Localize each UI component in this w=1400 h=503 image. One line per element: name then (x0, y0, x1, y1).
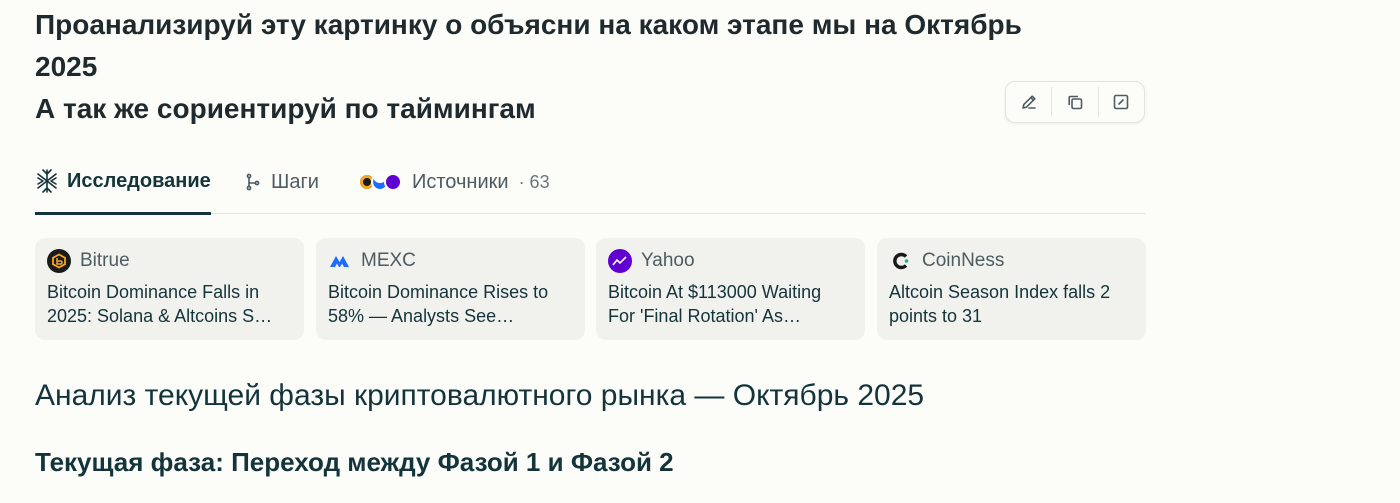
edit-button[interactable] (1006, 82, 1051, 122)
question-toolbar (1005, 81, 1145, 123)
source-card[interactable]: Yahoo Bitcoin At $113000 Waiting For 'Fi… (596, 238, 865, 340)
source-title: Bitcoin Dominance Falls in 2025: Solana … (47, 282, 273, 326)
tab-research-label: Исследование (67, 169, 211, 192)
mexc-logo (328, 249, 352, 273)
source-name: Yahoo (641, 250, 695, 271)
answer-heading: Анализ текущей фазы криптовалютного рынк… (35, 379, 925, 412)
question-line-1: Проанализируй эту картинку о объясни на … (35, 9, 1022, 40)
tab-sources[interactable]: Источники · 63 (358, 150, 550, 214)
source-card[interactable]: CoinNess Altcoin Season Index falls 2 po… (877, 238, 1146, 340)
tab-research[interactable]: Исследование (35, 150, 211, 215)
copy-button[interactable] (1052, 82, 1097, 122)
user-question: Проанализируй эту картинку о объясни на … (35, 4, 1095, 130)
branch-icon (243, 172, 263, 192)
expand-button[interactable] (1099, 82, 1144, 122)
tab-sources-label: Источники (412, 170, 509, 193)
source-card[interactable]: MEXC Bitcoin Dominance Rises to 58% — An… (316, 238, 585, 340)
source-title: Altcoin Season Index falls 2 points to 3… (889, 282, 1111, 326)
source-name: CoinNess (922, 250, 1005, 271)
snowflake-icon (35, 168, 59, 194)
tab-steps[interactable]: Шаги (243, 150, 319, 214)
answer-subheading: Текущая фаза: Переход между Фазой 1 и Фа… (35, 447, 674, 477)
pencil-icon (1021, 95, 1036, 109)
source-title: Bitcoin Dominance Rises to 58% — Analyst… (328, 282, 549, 326)
sources-count: · 63 (518, 171, 550, 192)
source-cards: Bitrue Bitcoin Dominance Falls in 2025: … (35, 238, 1146, 340)
square-slash-icon (1114, 94, 1129, 110)
source-card[interactable]: Bitrue Bitcoin Dominance Falls in 2025: … (35, 238, 304, 340)
tab-steps-label: Шаги (271, 170, 319, 193)
coinness-logo (889, 249, 913, 273)
question-line-2: 2025 (35, 51, 98, 82)
copy-icon (1068, 95, 1083, 110)
source-logos (358, 173, 402, 191)
answer-tabs: Исследование Шаги Источники · 63 (35, 150, 1145, 215)
bitrue-logo (47, 249, 71, 273)
source-name: Bitrue (80, 250, 130, 271)
question-line-3: А так же сориентируй по таймингам (35, 93, 536, 124)
source-title: Bitcoin At $113000 Waiting For 'Final Ro… (608, 282, 822, 326)
source-name: MEXC (361, 250, 416, 271)
yahoo-logo (608, 249, 632, 273)
yahoo-mini-logo (384, 173, 402, 191)
